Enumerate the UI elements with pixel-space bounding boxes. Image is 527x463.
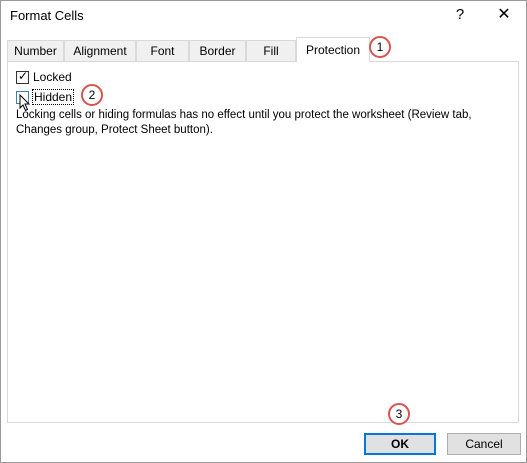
close-button[interactable]: ✕ — [490, 3, 518, 27]
tab-strip: Number Alignment Font Border Fill Protec… — [7, 37, 519, 62]
ok-button[interactable]: OK — [364, 433, 436, 455]
protection-panel: ✓ Locked Hidden Locking cells or hiding … — [7, 61, 519, 423]
annotation-badge-3: 3 — [388, 403, 410, 425]
checkmark-icon: ✓ — [18, 68, 29, 83]
tab-font[interactable]: Font — [136, 40, 189, 61]
help-button[interactable]: ? — [448, 3, 472, 27]
title-bar[interactable]: Format Cells ? ✕ — [1, 1, 526, 31]
locked-checkbox[interactable]: ✓ — [16, 68, 29, 84]
locked-option[interactable]: ✓ Locked — [16, 69, 72, 85]
tab-number[interactable]: Number — [7, 40, 64, 61]
annotation-badge-2: 2 — [81, 84, 103, 106]
mouse-cursor-icon — [19, 94, 31, 112]
window-title: Format Cells — [10, 8, 84, 23]
tab-protection[interactable]: Protection — [296, 37, 370, 62]
locked-label[interactable]: Locked — [33, 70, 72, 84]
cancel-button[interactable]: Cancel — [447, 433, 521, 455]
tab-alignment[interactable]: Alignment — [64, 40, 136, 61]
format-cells-dialog: Format Cells ? ✕ Number Alignment Font B… — [0, 0, 527, 463]
annotation-badge-1: 1 — [369, 36, 391, 58]
hidden-label[interactable]: Hidden — [31, 89, 75, 105]
tab-fill[interactable]: Fill — [246, 40, 296, 61]
tab-border[interactable]: Border — [189, 40, 246, 61]
protection-info-text: Locking cells or hiding formulas has no … — [16, 109, 472, 136]
